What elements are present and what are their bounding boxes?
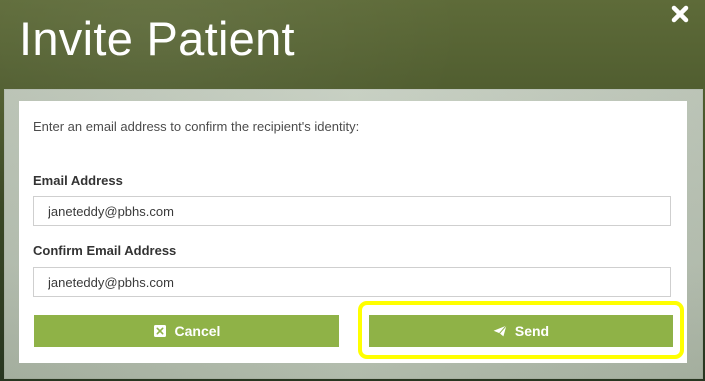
- send-button-highlight: [358, 301, 684, 359]
- cancel-button[interactable]: Cancel: [34, 315, 339, 347]
- instruction-text: Enter an email address to confirm the re…: [33, 119, 360, 134]
- confirm-email-label: Confirm Email Address: [33, 243, 177, 258]
- invite-patient-modal: Invite Patient Enter an email address to…: [0, 0, 705, 381]
- email-address-input[interactable]: [33, 196, 671, 226]
- modal-header: Invite Patient: [0, 0, 705, 88]
- modal-title: Invite Patient: [19, 12, 295, 65]
- cancel-label: Cancel: [174, 323, 221, 339]
- close-icon: [671, 5, 689, 23]
- confirm-email-input[interactable]: [33, 267, 671, 297]
- close-button[interactable]: [671, 5, 689, 23]
- email-address-label: Email Address: [33, 173, 123, 188]
- x-square-icon: [153, 324, 167, 338]
